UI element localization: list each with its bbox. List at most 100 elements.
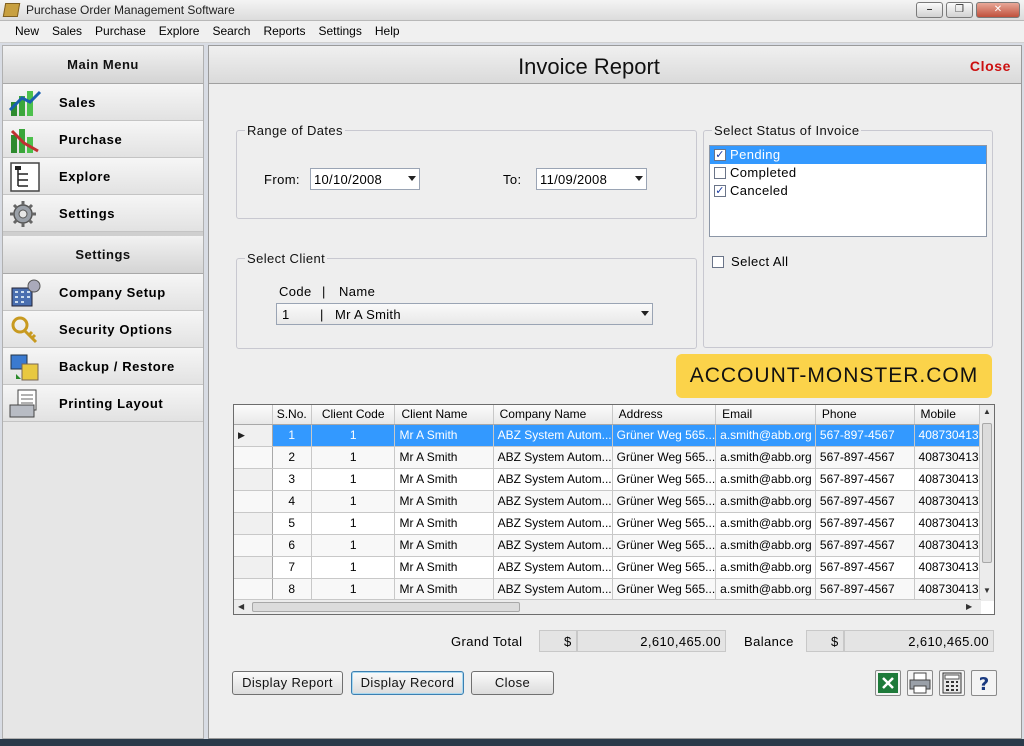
scroll-thumb[interactable] xyxy=(252,602,520,612)
status-pending-item[interactable]: ✓ Pending xyxy=(710,146,986,164)
to-date-picker[interactable]: 11/09/2008 xyxy=(536,168,647,190)
table-cell[interactable]: 567-897-4567 xyxy=(815,578,915,601)
table-cell[interactable]: Mr A Smith xyxy=(394,468,494,491)
column-header[interactable]: Client Code xyxy=(311,405,396,425)
export-excel-button[interactable] xyxy=(875,670,901,696)
table-cell[interactable]: 7 xyxy=(272,556,312,579)
table-cell[interactable]: ABZ System Autom... xyxy=(493,468,613,491)
table-row[interactable]: 3 1 Mr A Smith ABZ System Autom... Grüner We… xyxy=(234,468,994,491)
print-button[interactable] xyxy=(907,670,933,696)
table-row[interactable]: 4 1 Mr A Smith ABZ System Autom... Grüner We… xyxy=(234,490,994,513)
row-header[interactable]: ▶ xyxy=(234,424,273,447)
help-button[interactable]: ? xyxy=(971,670,997,696)
close-window-button[interactable]: ✕ xyxy=(976,2,1020,18)
menu-search[interactable]: Search xyxy=(206,21,257,42)
close-report-link[interactable]: Close xyxy=(970,58,1011,74)
table-cell[interactable]: 4 xyxy=(272,490,312,513)
menu-reports[interactable]: Reports xyxy=(257,21,312,42)
table-cell[interactable]: 1 xyxy=(311,424,396,447)
row-header[interactable] xyxy=(234,490,273,513)
table-cell[interactable]: Grüner Weg 565... xyxy=(612,512,717,535)
display-record-button[interactable]: Display Record xyxy=(351,671,464,695)
sidebar-item-sales[interactable]: Sales xyxy=(3,84,203,121)
checkbox-checked-icon[interactable]: ✓ xyxy=(714,185,726,197)
table-cell[interactable]: 1 xyxy=(311,446,396,469)
table-cell[interactable]: 8 xyxy=(272,578,312,601)
row-header[interactable] xyxy=(234,578,273,601)
scroll-up-icon[interactable]: ▲ xyxy=(983,407,991,416)
table-cell[interactable]: 567-897-4567 xyxy=(815,534,915,557)
sidebar-item-printing-layout[interactable]: Printing Layout xyxy=(3,385,203,422)
sidebar-item-company-setup[interactable]: Company Setup xyxy=(3,274,203,311)
menu-new[interactable]: New xyxy=(9,21,46,42)
status-completed-item[interactable]: Completed xyxy=(710,164,986,182)
table-cell[interactable]: ABZ System Autom... xyxy=(493,578,613,601)
table-cell[interactable]: 567-897-4567 xyxy=(815,424,915,447)
table-cell[interactable]: 6 xyxy=(272,534,312,557)
table-cell[interactable]: ABZ System Autom... xyxy=(493,490,613,513)
table-cell[interactable]: Mr A Smith xyxy=(394,446,494,469)
client-select[interactable]: 1 | Mr A Smith xyxy=(276,303,653,325)
row-header[interactable] xyxy=(234,512,273,535)
scroll-down-icon[interactable]: ▼ xyxy=(983,586,991,595)
table-row[interactable]: 7 1 Mr A Smith ABZ System Autom... Grüner We… xyxy=(234,556,994,579)
checkbox-checked-icon[interactable]: ✓ xyxy=(714,149,726,161)
table-cell[interactable]: Grüner Weg 565... xyxy=(612,446,717,469)
table-cell[interactable]: Grüner Weg 565... xyxy=(612,578,717,601)
table-cell[interactable]: 567-897-4567 xyxy=(815,446,915,469)
sidebar-item-security-options[interactable]: Security Options xyxy=(3,311,203,348)
checkbox-unchecked-icon[interactable] xyxy=(714,167,726,179)
table-cell[interactable]: ABZ System Autom... xyxy=(493,556,613,579)
menu-settings[interactable]: Settings xyxy=(313,21,369,42)
table-cell[interactable]: Mr A Smith xyxy=(394,556,494,579)
table-cell[interactable]: Mr A Smith xyxy=(394,424,494,447)
table-cell[interactable]: 1 xyxy=(311,578,396,601)
table-row[interactable]: 2 1 Mr A Smith ABZ System Autom... Grüner We… xyxy=(234,446,994,469)
row-header[interactable] xyxy=(234,468,273,491)
column-header[interactable]: Email xyxy=(715,405,816,425)
menu-help[interactable]: Help xyxy=(369,21,407,42)
menu-explore[interactable]: Explore xyxy=(153,21,207,42)
invoice-grid[interactable]: S.No. Client Code Client Name Company Na… xyxy=(233,404,995,615)
table-cell[interactable]: Grüner Weg 565... xyxy=(612,424,717,447)
sidebar-item-purchase[interactable]: Purchase xyxy=(3,121,203,158)
calculator-button[interactable] xyxy=(939,670,965,696)
column-header[interactable]: Client Name xyxy=(394,405,494,425)
scroll-left-icon[interactable]: ◀ xyxy=(238,602,244,611)
table-cell[interactable]: ABZ System Autom... xyxy=(493,534,613,557)
table-cell[interactable]: 567-897-4567 xyxy=(815,512,915,535)
table-cell[interactable]: ABZ System Autom... xyxy=(493,446,613,469)
table-cell[interactable]: Mr A Smith xyxy=(394,578,494,601)
table-cell[interactable]: 1 xyxy=(311,512,396,535)
table-cell[interactable]: Mr A Smith xyxy=(394,490,494,513)
table-cell[interactable]: a.smith@abb.org xyxy=(715,512,816,535)
table-cell[interactable]: 567-897-4567 xyxy=(815,490,915,513)
column-header[interactable]: S.No. xyxy=(272,405,312,425)
sidebar-item-backup-restore[interactable]: Backup / Restore xyxy=(3,348,203,385)
table-cell[interactable]: a.smith@abb.org xyxy=(715,446,816,469)
display-report-button[interactable]: Display Report xyxy=(232,671,343,695)
table-cell[interactable]: 567-897-4567 xyxy=(815,468,915,491)
sidebar-item-explore[interactable]: Explore xyxy=(3,158,203,195)
table-cell[interactable]: a.smith@abb.org xyxy=(715,490,816,513)
table-cell[interactable]: a.smith@abb.org xyxy=(715,578,816,601)
sidebar-item-settings[interactable]: Settings xyxy=(3,195,203,232)
table-cell[interactable]: a.smith@abb.org xyxy=(715,424,816,447)
table-cell[interactable]: 1 xyxy=(311,556,396,579)
table-cell[interactable]: ABZ System Autom... xyxy=(493,424,613,447)
minimize-button[interactable]: – xyxy=(916,2,943,18)
row-header[interactable] xyxy=(234,556,273,579)
table-cell[interactable]: Grüner Weg 565... xyxy=(612,556,717,579)
table-cell[interactable]: a.smith@abb.org xyxy=(715,534,816,557)
select-all-checkbox[interactable]: Select All xyxy=(711,254,811,270)
row-header[interactable] xyxy=(234,534,273,557)
menu-purchase[interactable]: Purchase xyxy=(89,21,153,42)
vertical-scrollbar[interactable]: ▲ ▼ xyxy=(979,405,994,601)
table-cell[interactable]: a.smith@abb.org xyxy=(715,468,816,491)
from-date-picker[interactable]: 10/10/2008 xyxy=(310,168,420,190)
table-row[interactable]: ▶ 1 1 Mr A Smith ABZ System Autom... Grüner W… xyxy=(234,424,994,447)
table-cell[interactable]: 1 xyxy=(311,490,396,513)
column-header[interactable]: Address xyxy=(612,405,717,425)
close-button[interactable]: Close xyxy=(471,671,554,695)
table-cell[interactable]: Grüner Weg 565... xyxy=(612,468,717,491)
